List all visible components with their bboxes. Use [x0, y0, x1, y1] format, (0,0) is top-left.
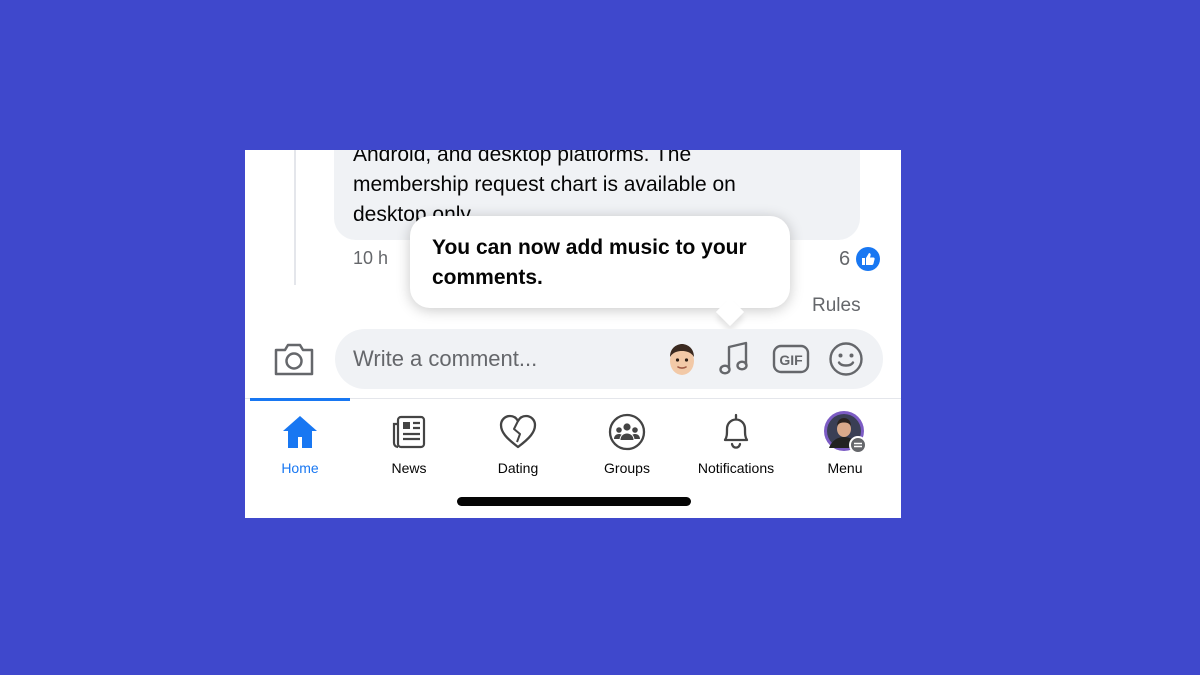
tab-notifications[interactable]: Notifications: [681, 410, 791, 485]
music-tooltip[interactable]: You can now add music to your comments.: [410, 216, 790, 327]
heart-icon: [496, 410, 540, 454]
gif-button[interactable]: GIF: [771, 340, 811, 378]
tab-label: Groups: [604, 460, 650, 476]
camera-icon: [274, 343, 314, 376]
comment-line: Android, and desktop platforms. The: [353, 150, 692, 166]
tooltip-tail: [715, 297, 745, 327]
camera-button[interactable]: [273, 340, 315, 378]
tab-groups[interactable]: Groups: [572, 410, 682, 485]
tab-label: News: [391, 460, 427, 476]
comment-thread-line: [294, 150, 296, 285]
tab-menu[interactable]: Menu: [790, 410, 900, 485]
tooltip-text: You can now add music to your comments.: [432, 236, 747, 289]
comment-line: membership request chart is available on: [353, 173, 736, 196]
like-count: 6: [839, 247, 851, 270]
emoji-button[interactable]: [826, 340, 866, 378]
tab-label: Menu: [827, 460, 863, 476]
news-icon: [387, 410, 431, 454]
home-indicator[interactable]: [457, 497, 691, 506]
gif-label: GIF: [779, 352, 803, 368]
tab-label: Notifications: [697, 460, 775, 476]
home-icon: [278, 410, 322, 454]
avatar-sticker-button[interactable]: [663, 340, 701, 378]
tab-label: Home: [281, 460, 319, 476]
bell-icon: [714, 410, 758, 454]
active-tab-indicator: [250, 398, 350, 401]
tab-home[interactable]: Home: [245, 410, 355, 485]
comment-timestamp: 10 h: [353, 248, 389, 268]
music-note-icon: [719, 341, 748, 375]
gif-icon: GIF: [772, 344, 810, 374]
avatar-sticker-icon: [670, 344, 694, 375]
comment-reactions[interactable]: 6: [839, 247, 881, 271]
tab-dating[interactable]: Dating: [463, 410, 573, 485]
tab-label: Dating: [497, 460, 539, 476]
smiley-icon: [829, 342, 863, 376]
avatar-icon: [823, 410, 867, 454]
thumbs-up-icon: [856, 247, 881, 271]
facebook-app-screen: Android, and desktop platforms. The memb…: [245, 150, 901, 518]
tab-news[interactable]: News: [354, 410, 464, 485]
rules-link[interactable]: Rules: [812, 295, 861, 317]
groups-icon: [605, 410, 649, 454]
music-button[interactable]: [715, 340, 753, 378]
